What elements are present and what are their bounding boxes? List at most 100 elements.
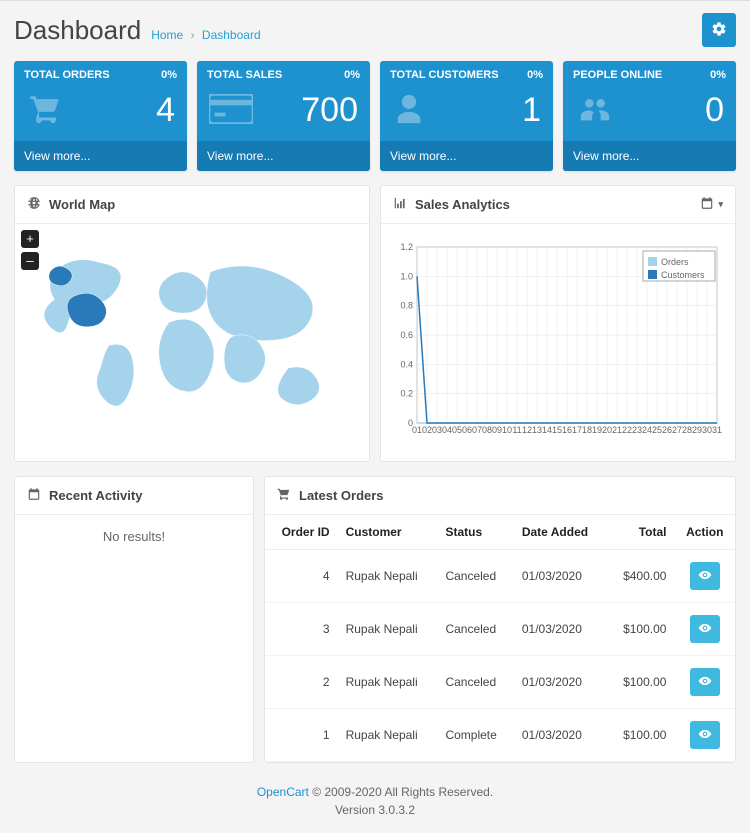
table-row: 1Rupak NepaliComplete01/03/2020$100.00 (265, 709, 735, 762)
tile-value: 700 (301, 91, 358, 130)
recent-activity-panel: Recent Activity No results! (14, 476, 254, 763)
cell-date: 01/03/2020 (514, 709, 607, 762)
svg-text:18: 18 (582, 425, 592, 435)
view-order-button[interactable] (690, 615, 720, 643)
footer-brand-link[interactable]: OpenCart (257, 785, 309, 799)
tile-label: PEOPLE ONLINE (573, 69, 662, 81)
table-row: 2Rupak NepaliCanceled01/03/2020$100.00 (265, 656, 735, 709)
breadcrumb: Home › Dashboard (151, 28, 260, 42)
svg-text:11: 11 (512, 425, 521, 435)
svg-text:13: 13 (532, 425, 542, 435)
latest-orders-panel: Latest Orders Order ID Customer Status D… (264, 476, 736, 763)
cell-customer: Rupak Nepali (338, 656, 438, 709)
col-total: Total (607, 515, 674, 550)
cell-customer: Rupak Nepali (338, 709, 438, 762)
world-map-panel: World Map + – (14, 185, 370, 462)
stat-tile: TOTAL CUSTOMERS0%1View more... (380, 61, 553, 171)
svg-text:01: 01 (412, 425, 422, 435)
cell-order-id: 1 (265, 709, 338, 762)
svg-text:06: 06 (462, 425, 472, 435)
bar-chart-icon (393, 196, 407, 213)
gear-icon (711, 21, 727, 40)
cell-customer: Rupak Nepali (338, 550, 438, 603)
cart-icon (277, 487, 291, 504)
cart-icon (26, 92, 66, 129)
svg-text:1.0: 1.0 (400, 271, 413, 281)
calendar-icon (700, 196, 714, 213)
svg-text:08: 08 (482, 425, 492, 435)
svg-text:20: 20 (602, 425, 612, 435)
orders-table: Order ID Customer Status Date Added Tota… (265, 515, 735, 762)
settings-button[interactable] (702, 13, 736, 47)
table-row: 4Rupak NepaliCanceled01/03/2020$400.00 (265, 550, 735, 603)
cell-order-id: 2 (265, 656, 338, 709)
world-map-title: World Map (49, 197, 115, 212)
cell-order-id: 4 (265, 550, 338, 603)
user-icon (392, 92, 426, 129)
breadcrumb-home[interactable]: Home (151, 28, 183, 42)
cell-order-id: 3 (265, 603, 338, 656)
view-order-button[interactable] (690, 562, 720, 590)
svg-text:29: 29 (692, 425, 702, 435)
world-map[interactable] (27, 236, 357, 436)
svg-text:0.6: 0.6 (400, 330, 413, 340)
eye-icon (698, 727, 712, 744)
tile-percent: 0% (527, 69, 543, 81)
svg-text:16: 16 (562, 425, 572, 435)
sales-chart: 00.20.40.60.81.01.2010203040506070809101… (393, 236, 723, 446)
tile-view-more-link[interactable]: View more... (563, 141, 736, 171)
svg-text:0.2: 0.2 (400, 389, 413, 399)
latest-orders-title: Latest Orders (299, 488, 384, 503)
users-icon (575, 92, 615, 129)
cell-total: $100.00 (607, 656, 674, 709)
page-header: Dashboard Home › Dashboard (0, 0, 750, 61)
tile-view-more-link[interactable]: View more... (380, 141, 553, 171)
svg-text:28: 28 (682, 425, 692, 435)
svg-text:22: 22 (622, 425, 632, 435)
caret-down-icon: ▾ (718, 199, 723, 210)
svg-text:31: 31 (712, 425, 722, 435)
stat-tile: TOTAL ORDERS0%4View more... (14, 61, 187, 171)
svg-text:03: 03 (432, 425, 442, 435)
svg-text:23: 23 (632, 425, 642, 435)
col-customer: Customer (338, 515, 438, 550)
svg-text:17: 17 (572, 425, 582, 435)
tile-view-more-link[interactable]: View more... (14, 141, 187, 171)
tile-label: TOTAL SALES (207, 69, 282, 81)
view-order-button[interactable] (690, 721, 720, 749)
svg-text:19: 19 (592, 425, 602, 435)
svg-text:27: 27 (672, 425, 682, 435)
cell-total: $400.00 (607, 550, 674, 603)
cell-date: 01/03/2020 (514, 603, 607, 656)
chart-range-toggle[interactable]: ▾ (700, 196, 723, 213)
sales-analytics-title: Sales Analytics (415, 197, 510, 212)
calendar-icon (27, 487, 41, 504)
tile-label: TOTAL CUSTOMERS (390, 69, 499, 81)
svg-text:09: 09 (492, 425, 502, 435)
view-order-button[interactable] (690, 668, 720, 696)
globe-icon (27, 196, 41, 213)
footer: OpenCart © 2009-2020 All Rights Reserved… (0, 763, 750, 833)
cell-total: $100.00 (607, 709, 674, 762)
map-zoom-out-button[interactable]: – (21, 252, 39, 270)
svg-text:14: 14 (542, 425, 552, 435)
svg-text:25: 25 (652, 425, 662, 435)
stat-tile: PEOPLE ONLINE 0% 0 View more... (563, 61, 736, 171)
tile-value: 4 (156, 91, 175, 130)
svg-text:1.2: 1.2 (400, 242, 413, 252)
svg-text:12: 12 (522, 425, 532, 435)
breadcrumb-current[interactable]: Dashboard (202, 28, 261, 42)
eye-icon (698, 674, 712, 691)
footer-version: Version 3.0.3.2 (10, 803, 740, 817)
credit-card-icon (209, 94, 253, 127)
tile-percent: 0% (710, 69, 726, 81)
map-zoom-in-button[interactable]: + (21, 230, 39, 248)
tile-value: 0 (705, 91, 724, 130)
stat-tiles: TOTAL ORDERS 0% 4 View more... TOTAL SALES 0%… (0, 61, 750, 171)
eye-icon (698, 621, 712, 638)
svg-text:02: 02 (422, 425, 432, 435)
tile-percent: 0% (344, 69, 360, 81)
tile-view-more-link[interactable]: View more... (197, 141, 370, 171)
tile-label: TOTAL ORDERS (24, 69, 110, 81)
cell-date: 01/03/2020 (514, 550, 607, 603)
